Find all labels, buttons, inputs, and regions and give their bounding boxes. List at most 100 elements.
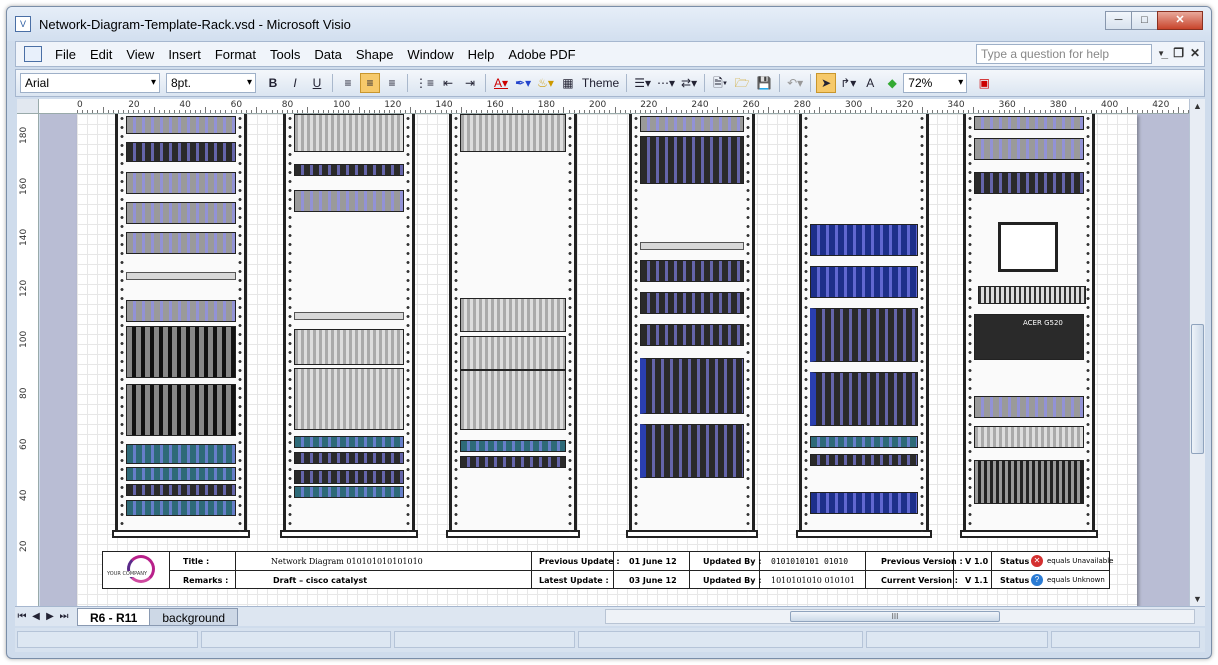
router[interactable] <box>810 308 918 362</box>
firewall[interactable] <box>640 292 744 314</box>
underline-button[interactable]: U <box>307 73 327 93</box>
menu-adobe-pdf[interactable]: Adobe PDF <box>501 47 582 62</box>
help-search-input[interactable]: Type a question for help ▼ <box>976 44 1165 64</box>
blade-chassis[interactable] <box>460 336 566 370</box>
fill-color-icon[interactable]: ♨▾ <box>535 73 556 93</box>
menu-help[interactable]: Help <box>461 47 502 62</box>
router[interactable] <box>640 424 744 478</box>
switch[interactable] <box>460 440 566 452</box>
switch[interactable] <box>810 436 918 448</box>
juniper-device[interactable] <box>810 224 918 256</box>
menu-format[interactable]: Format <box>208 47 263 62</box>
vertical-scroll-thumb[interactable] <box>1191 324 1204 454</box>
bold-button[interactable]: B <box>263 73 283 93</box>
zoom-select[interactable]: 72% <box>903 73 968 93</box>
document-icon[interactable] <box>24 46 42 62</box>
last-page-icon[interactable]: ⏭ <box>57 611 71 622</box>
line-pattern-icon[interactable]: ⋯▾ <box>655 73 677 93</box>
switch[interactable] <box>126 500 236 516</box>
horizontal-scroll-thumb[interactable]: III <box>790 611 1000 622</box>
increase-indent-icon[interactable]: ⇥ <box>460 73 480 93</box>
pdf-icon[interactable]: ▣ <box>974 73 994 93</box>
maximize-button[interactable]: □ <box>1131 11 1158 30</box>
tab-r6-r11[interactable]: R6 - R11 <box>77 607 151 626</box>
rack-device[interactable] <box>126 172 236 194</box>
undo-icon[interactable]: ↶▾ <box>785 73 805 93</box>
router[interactable] <box>640 358 744 414</box>
menu-shape[interactable]: Shape <box>349 47 401 62</box>
rack-device[interactable] <box>640 116 744 132</box>
rack-device[interactable] <box>974 138 1084 160</box>
vertical-scrollbar[interactable]: ▲ ▼ <box>1189 99 1205 606</box>
server[interactable] <box>460 370 566 430</box>
menu-view[interactable]: View <box>119 47 161 62</box>
line-ends-icon[interactable]: ⇄▾ <box>679 73 699 93</box>
line-color-icon[interactable]: ✒▾ <box>513 73 533 93</box>
switch[interactable] <box>294 436 404 448</box>
chassis-top[interactable] <box>460 114 566 152</box>
doc-restore-button[interactable]: ❐ <box>1173 46 1184 60</box>
rack-device[interactable] <box>974 116 1084 130</box>
font-name-select[interactable]: Arial <box>20 73 160 93</box>
rack-device[interactable] <box>126 232 236 254</box>
rack-shelf[interactable] <box>294 312 404 320</box>
line-weight-icon[interactable]: ☰▾ <box>632 73 653 93</box>
align-center-icon[interactable]: ≡ <box>360 73 380 93</box>
align-right-icon[interactable]: ≡ <box>382 73 402 93</box>
menu-tools[interactable]: Tools <box>263 47 307 62</box>
rack-device[interactable] <box>974 396 1084 418</box>
switch[interactable] <box>126 467 236 481</box>
patch-panel[interactable] <box>810 454 918 466</box>
rack-3[interactable] <box>446 114 580 538</box>
close-button[interactable]: ✕ <box>1157 11 1203 30</box>
switch[interactable] <box>294 486 404 498</box>
rack-device[interactable] <box>974 172 1084 194</box>
storage-array[interactable] <box>126 384 236 436</box>
firewall[interactable] <box>640 260 744 282</box>
font-size-select[interactable]: 8pt. <box>166 73 256 93</box>
scroll-down-icon[interactable]: ▼ <box>1193 594 1202 604</box>
patch-panel[interactable] <box>460 456 566 468</box>
italic-button[interactable]: I <box>285 73 305 93</box>
rack-device[interactable] <box>126 142 236 162</box>
rack-device[interactable] <box>294 164 404 176</box>
open-folder-icon[interactable]: 🗁 <box>732 73 752 93</box>
acer-server[interactable]: ACER G520 <box>974 314 1084 360</box>
chassis-top[interactable] <box>294 114 404 152</box>
rack-device[interactable] <box>126 202 236 224</box>
patch-panel[interactable] <box>294 470 404 484</box>
theme-icon[interactable]: ▦ <box>558 73 578 93</box>
minimize-button[interactable]: ─ <box>1105 11 1132 30</box>
storage-array[interactable] <box>974 460 1084 504</box>
doc-close-button[interactable]: ✕ <box>1190 46 1200 60</box>
rack-shelf[interactable] <box>126 272 236 280</box>
server[interactable] <box>640 136 744 184</box>
patch-panel[interactable] <box>294 452 404 464</box>
connector-tool-icon[interactable]: ↱▾ <box>838 73 858 93</box>
menu-data[interactable]: Data <box>307 47 348 62</box>
menu-file[interactable]: File <box>48 47 83 62</box>
title-block[interactable]: YOUR COMPANY Title : Network Diagram 010… <box>102 551 1113 589</box>
text-tool-button[interactable]: A <box>860 73 880 93</box>
scroll-up-icon[interactable]: ▲ <box>1193 101 1202 111</box>
keyboard-icon[interactable] <box>978 286 1086 304</box>
save-icon[interactable]: 💾 <box>754 73 774 93</box>
tab-background[interactable]: background <box>149 607 239 626</box>
juniper-device[interactable] <box>810 266 918 298</box>
juniper-device[interactable] <box>810 492 918 514</box>
horizontal-scrollbar[interactable]: III <box>605 609 1195 624</box>
drawing-canvas[interactable]: ACER G520 YOUR COMPANY Title : Network D… <box>40 114 1189 606</box>
rack-device[interactable] <box>126 300 236 322</box>
drawing-page[interactable]: ACER G520 YOUR COMPANY Title : Network D… <box>77 114 1137 606</box>
menu-insert[interactable]: Insert <box>161 47 208 62</box>
decrease-indent-icon[interactable]: ⇤ <box>438 73 458 93</box>
bullets-icon[interactable]: ⋮≡ <box>413 73 436 93</box>
shapes-icon[interactable]: ◆ <box>882 73 902 93</box>
monitor-icon[interactable] <box>998 222 1058 272</box>
rack-1[interactable] <box>112 114 250 538</box>
rack-device[interactable] <box>294 190 404 212</box>
pointer-tool-icon[interactable]: ➤ <box>816 73 837 93</box>
rack-2[interactable] <box>280 114 418 538</box>
rack-5[interactable] <box>796 114 932 538</box>
rack-device[interactable] <box>126 116 236 134</box>
